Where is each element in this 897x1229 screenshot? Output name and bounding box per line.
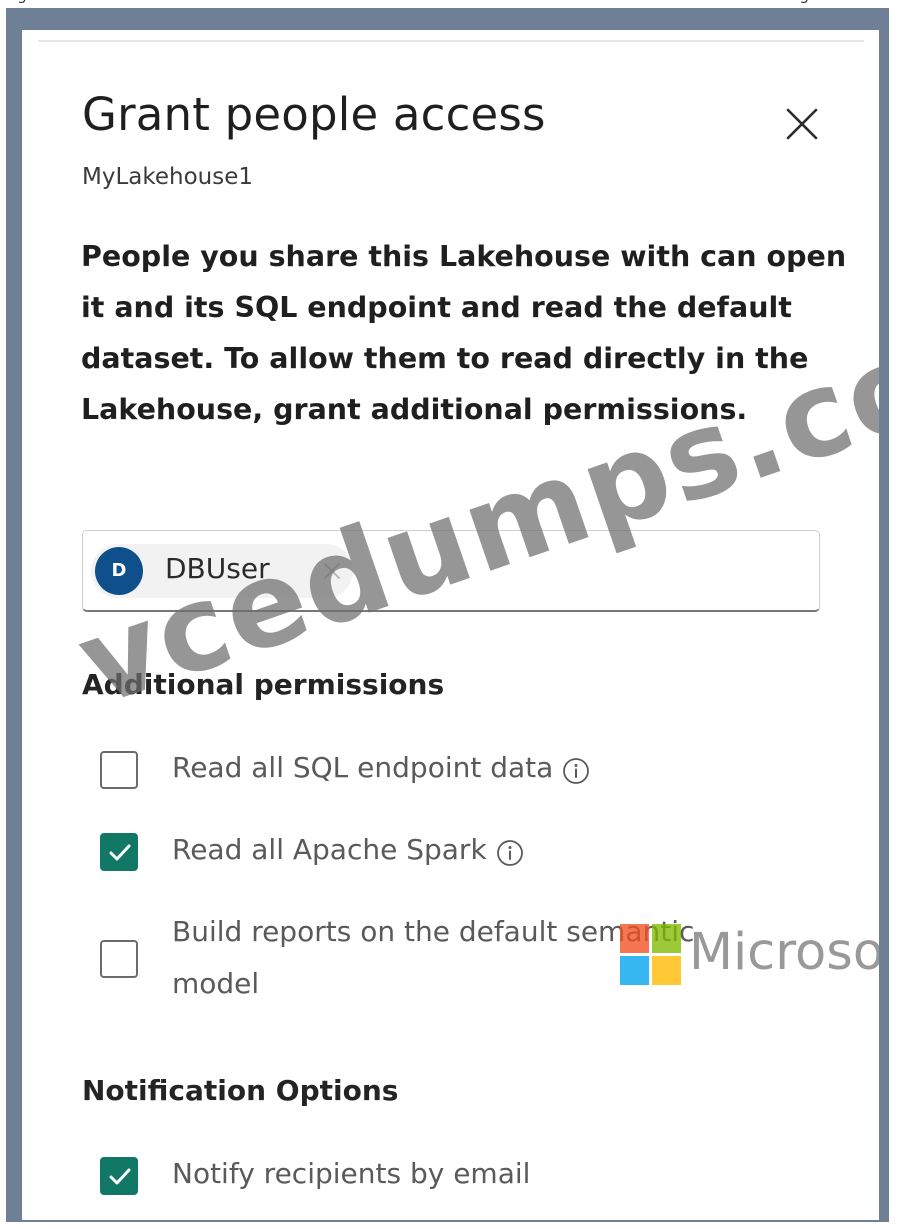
avatar: D xyxy=(95,547,143,595)
close-button[interactable] xyxy=(782,104,822,144)
read-sql-endpoint-label: Read all SQL endpoint data xyxy=(172,751,554,784)
grant-access-dialog: Grant people access MyLakehouse1 People … xyxy=(22,30,879,1220)
info-icon[interactable] xyxy=(561,751,591,784)
recipient-name: DBUser xyxy=(165,552,270,585)
logo-square-green xyxy=(652,924,681,953)
notify-by-email-checkbox[interactable] xyxy=(100,1157,138,1195)
screenshot-frame: Grant people access MyLakehouse1 People … xyxy=(6,8,889,1222)
notify-by-email-label: Notify recipients by email xyxy=(172,1157,531,1190)
close-icon xyxy=(786,108,818,140)
page-caption: Log in to the Microsoft Fabric environme… xyxy=(0,0,897,8)
microsoft-wordmark: Microsoft xyxy=(689,923,879,982)
top-divider xyxy=(38,40,864,42)
build-reports-checkbox[interactable] xyxy=(100,940,138,978)
permission-label: Read all SQL endpoint data xyxy=(172,742,591,794)
close-icon xyxy=(324,563,340,579)
permission-label: Read all Apache Spark xyxy=(172,824,525,876)
info-icon[interactable] xyxy=(495,833,525,866)
logo-square-red xyxy=(620,924,649,953)
logo-square-blue xyxy=(620,956,649,985)
checkmark-icon xyxy=(109,844,131,861)
checkmark-icon xyxy=(109,1168,131,1185)
people-picker-input[interactable]: D DBUser xyxy=(82,530,820,612)
dialog-subtitle: MyLakehouse1 xyxy=(82,164,254,190)
read-sql-endpoint-checkbox[interactable] xyxy=(100,751,138,789)
microsoft-logo: Microsoft xyxy=(620,920,879,990)
dialog-description: People you share this Lakehouse with can… xyxy=(81,240,847,426)
recipient-chip[interactable]: D DBUser xyxy=(91,544,353,598)
additional-permissions-heading: Additional permissions xyxy=(82,668,445,701)
remove-recipient-button[interactable] xyxy=(319,558,345,584)
read-apache-spark-checkbox[interactable] xyxy=(100,833,138,871)
read-apache-spark-label: Read all Apache Spark xyxy=(172,833,487,866)
notification-options-heading: Notification Options xyxy=(82,1074,399,1107)
logo-square-yellow xyxy=(652,956,681,985)
dialog-title: Grant people access xyxy=(82,88,546,141)
